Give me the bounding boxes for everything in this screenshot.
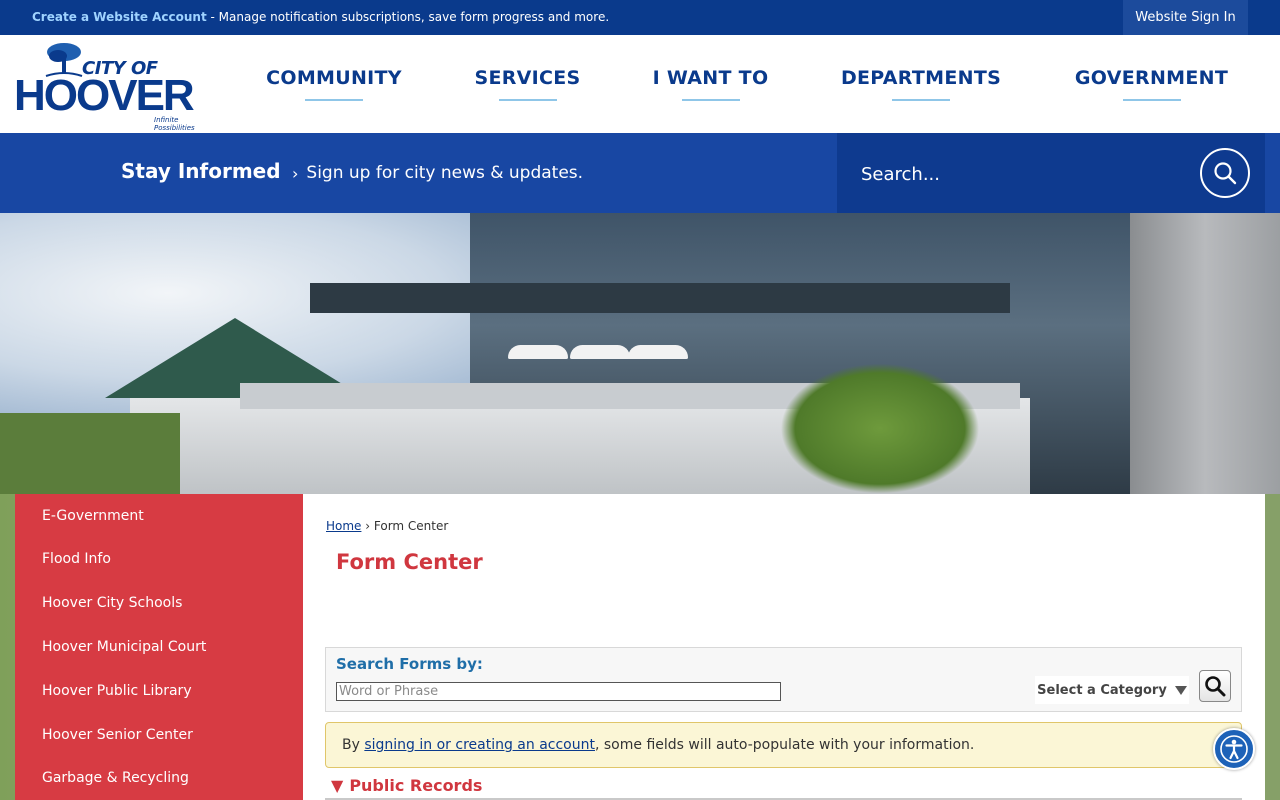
- account-message-text: - Manage notification subscriptions, sav…: [206, 10, 610, 24]
- website-sign-in-button[interactable]: Website Sign In: [1123, 0, 1248, 35]
- nav-community[interactable]: COMMUNITY: [266, 35, 402, 133]
- logo-hoover: HOOVER: [14, 71, 195, 120]
- hero-umbrella: [508, 345, 568, 359]
- section-title: Public Records: [349, 776, 483, 795]
- nav-services[interactable]: SERVICES: [474, 35, 580, 133]
- nav-government-label: GOVERNMENT: [1074, 67, 1229, 89]
- nav-underline: [305, 99, 363, 101]
- nav-underline: [681, 99, 740, 101]
- accessibility-button[interactable]: [1213, 728, 1255, 770]
- section-public-records[interactable]: ▼ Public Records: [325, 775, 1242, 800]
- sidebar-item-hoover-senior-center[interactable]: Hoover Senior Center: [42, 727, 193, 743]
- sidebar-nav: E-Government Flood Info Hoover City Scho…: [15, 494, 303, 800]
- section-header: ▼ Public Records: [331, 776, 482, 795]
- nav-departments-label: DEPARTMENTS: [840, 67, 1002, 89]
- breadcrumb: Home › Form Center: [326, 519, 448, 533]
- site-search-input[interactable]: [861, 159, 1181, 189]
- notice-suffix: , some fields will auto-populate with yo…: [594, 737, 975, 753]
- search-icon: [1214, 162, 1237, 185]
- hero-umbrella: [570, 345, 630, 359]
- site-search: [837, 133, 1265, 213]
- stay-informed-title: Stay Informed: [121, 159, 281, 183]
- collapse-arrow-icon: ▼: [331, 776, 344, 795]
- nav-underline: [1122, 99, 1181, 101]
- nav-i-want-to-label: I WANT TO: [652, 67, 769, 89]
- nav-government[interactable]: GOVERNMENT: [1075, 35, 1228, 133]
- nav-underline: [892, 99, 950, 101]
- form-search-panel: Search Forms by: Select a Category: [325, 647, 1242, 712]
- nav-community-label: COMMUNITY: [266, 67, 402, 89]
- newsletter-signup-link[interactable]: › Sign up for city news & updates.: [292, 163, 583, 183]
- hero-trees-left: [0, 413, 180, 494]
- sidebar-item-hoover-municipal-court[interactable]: Hoover Municipal Court: [42, 639, 206, 655]
- nav-i-want-to[interactable]: I WANT TO: [653, 35, 768, 133]
- form-search-input[interactable]: [336, 682, 781, 701]
- form-search-button[interactable]: [1199, 670, 1231, 702]
- site-header: CITY OF HOOVER Infinite Possibilities CO…: [0, 35, 1280, 133]
- search-icon: [1205, 676, 1226, 697]
- sidebar-item-garbage-recycling[interactable]: Garbage & Recycling: [42, 770, 189, 786]
- hero-upper-deck: [310, 283, 1010, 313]
- sidebar-item-hoover-public-library[interactable]: Hoover Public Library: [42, 683, 192, 699]
- nav-services-label: SERVICES: [474, 67, 581, 89]
- sidebar-item-e-government[interactable]: E-Government: [42, 508, 144, 524]
- hero-umbrella: [628, 345, 688, 359]
- newsletter-signup-label: Sign up for city news & updates.: [306, 163, 584, 183]
- notice-prefix: By: [342, 737, 360, 753]
- city-logo[interactable]: CITY OF HOOVER Infinite Possibilities: [14, 40, 219, 132]
- create-account-link[interactable]: Create a Website Account: [32, 10, 207, 24]
- category-select[interactable]: Select a Category: [1035, 676, 1189, 704]
- stay-informed-band: Stay Informed › Sign up for city news & …: [0, 133, 1280, 213]
- sidebar-item-flood-info[interactable]: Flood Info: [42, 551, 111, 567]
- caret-down-icon: [1174, 685, 1187, 695]
- account-notice: By signing in or creating an account, so…: [325, 722, 1242, 768]
- breadcrumb-current: Form Center: [373, 519, 449, 533]
- hero-image: [0, 213, 1280, 494]
- account-message: Create a Website Account - Manage notifi…: [32, 10, 609, 24]
- site-search-button[interactable]: [1200, 148, 1250, 198]
- top-utility-bar: Create a Website Account - Manage notifi…: [0, 0, 1280, 35]
- breadcrumb-home-link[interactable]: Home: [326, 519, 361, 533]
- logo-tagline: Infinite Possibilities: [154, 116, 195, 132]
- nav-departments[interactable]: DEPARTMENTS: [841, 35, 1001, 133]
- chevron-right-icon: ›: [292, 163, 299, 183]
- category-select-label: Select a Category: [1037, 682, 1167, 698]
- page-title: Form Center: [336, 550, 483, 574]
- main-content: Home › Form Center Form Center Search Fo…: [303, 494, 1265, 800]
- sidebar-item-hoover-city-schools[interactable]: Hoover City Schools: [42, 595, 182, 611]
- search-forms-label: Search Forms by:: [336, 655, 483, 673]
- breadcrumb-separator: ›: [361, 519, 374, 533]
- hero-tree: [780, 363, 980, 494]
- accessibility-icon: [1220, 735, 1248, 763]
- hero-stone-wall: [1130, 213, 1280, 494]
- sign-in-link[interactable]: signing in or creating an account: [364, 737, 595, 753]
- nav-underline: [498, 99, 557, 101]
